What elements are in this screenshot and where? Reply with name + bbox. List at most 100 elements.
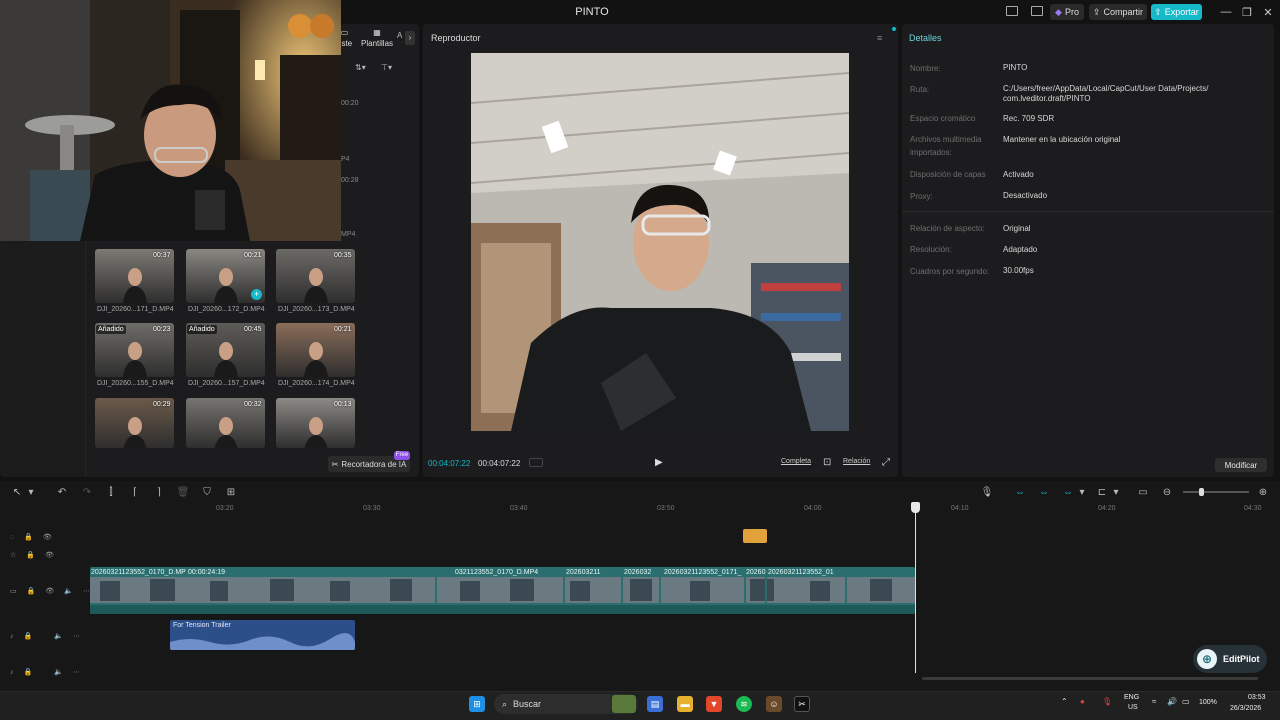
full-view-button[interactable]: Completa [781, 458, 811, 465]
screenshot-icon[interactable]: ⊡ [823, 457, 831, 468]
track-controls: ♪ 🔒 🔈 ⋯ [10, 666, 86, 678]
share-button[interactable]: ⇪ Compartir [1089, 4, 1147, 20]
tray-app-icon[interactable]: ● [1080, 697, 1085, 706]
captions-icon[interactable]: ▭ [1136, 485, 1150, 499]
lock-icon[interactable]: 🔒 [27, 587, 36, 595]
redo-icon[interactable]: ↷ [80, 485, 94, 499]
clock-date[interactable]: 26/3/2026 [1230, 705, 1261, 712]
app-icon[interactable]: ☺ [766, 696, 782, 712]
chevron-down-icon[interactable]: ▾ [24, 485, 38, 499]
region-indicator[interactable]: US [1128, 704, 1138, 711]
detail-label: Proxy: [910, 192, 933, 201]
brave-icon[interactable]: ▼ [706, 696, 722, 712]
add-to-timeline-icon[interactable]: + [251, 289, 262, 300]
link-main-icon[interactable]: ⇔ [1013, 485, 1027, 499]
speaker-icon[interactable]: 🔈 [54, 632, 63, 640]
zoom-slider[interactable] [1183, 491, 1249, 493]
chevron-right-icon[interactable]: › [405, 31, 415, 45]
chevron-down-icon[interactable]: ▾ [1109, 485, 1123, 499]
lock-icon[interactable]: 🔒 [24, 533, 33, 541]
battery-icon[interactable]: ▭ [1182, 697, 1190, 706]
detail-label: Archivos multimedia importados: [910, 135, 982, 157]
microphone-icon[interactable]: 🎙 [980, 485, 994, 499]
more-icon[interactable]: ⋯ [73, 668, 80, 676]
upload-icon: ⇧ [1154, 6, 1162, 17]
trim-right-icon[interactable]: ⌉ [152, 485, 166, 499]
store-icon[interactable]: ▤ [647, 696, 663, 712]
thumbnail-duration: 00:35 [334, 252, 352, 259]
eye-icon[interactable]: 👁 [45, 551, 54, 559]
lock-icon[interactable]: 🔒 [24, 632, 33, 640]
editpilot-button[interactable]: ⊕ EditPilot [1193, 645, 1267, 673]
video-preview[interactable] [471, 53, 849, 431]
preview-axis-icon[interactable]: ⊏ [1095, 485, 1109, 499]
shortcut-icon[interactable] [1031, 6, 1043, 16]
windows-start-icon[interactable]: ⊞ [469, 696, 485, 712]
minimize-icon[interactable]: — [1217, 4, 1235, 20]
audio-clip-name: For Tension Trailer [173, 622, 231, 629]
eye-icon[interactable]: 👁 [43, 533, 52, 541]
playhead-handle[interactable] [911, 502, 920, 513]
playhead[interactable] [915, 503, 916, 673]
linkage-icon[interactable]: ⇔ [1061, 485, 1075, 499]
split-icon[interactable]: ⫿ [104, 485, 118, 499]
side-duration: 00:20 [341, 100, 359, 107]
sticker-clip[interactable] [743, 529, 767, 543]
ai-edit-icon[interactable]: ⊞ [224, 485, 238, 499]
spotify-icon[interactable]: ≋ [736, 696, 752, 712]
lock-icon[interactable]: 🔒 [26, 551, 35, 559]
ratio-button[interactable]: Relación [843, 458, 870, 465]
maximize-icon[interactable]: ❐ [1238, 4, 1256, 20]
zoom-slider-handle[interactable] [1199, 488, 1204, 496]
wifi-icon[interactable]: ≈ [1152, 697, 1156, 706]
detail-value: Activado [1003, 170, 1034, 179]
timeline-scrollbar[interactable] [922, 677, 1258, 680]
taskbar [0, 691, 1280, 720]
pro-button[interactable]: ◆ Pro [1050, 4, 1084, 20]
thumbnail-name: DJI_20260...157_D.MP4 [188, 380, 265, 387]
added-badge: Añadido [187, 325, 217, 334]
layout-icon[interactable] [1006, 6, 1018, 16]
thumbnail-name: DJI_20260...174_D.MP4 [278, 380, 355, 387]
ruler-label: 04:10 [951, 505, 969, 512]
undo-icon[interactable]: ↶ [55, 485, 69, 499]
delete-icon[interactable]: 🗑 [176, 485, 190, 499]
play-icon[interactable]: ▶ [655, 457, 665, 469]
more-icon[interactable]: ⋯ [73, 632, 80, 640]
share-icon: ⇪ [1092, 6, 1101, 17]
clock-time[interactable]: 03:53 [1248, 694, 1266, 701]
chevron-down-icon[interactable]: ▾ [1075, 485, 1089, 499]
modify-button[interactable]: Modificar [1215, 458, 1267, 472]
speaker-icon[interactable]: 🔈 [64, 587, 73, 595]
more-icon[interactable]: ⋯ [83, 587, 90, 595]
close-icon[interactable]: ✕ [1259, 4, 1277, 20]
lang-indicator[interactable]: ENG [1124, 694, 1139, 701]
microphone-icon[interactable]: 🎙 [1102, 697, 1112, 706]
select-tool-icon[interactable]: ↖ [10, 485, 24, 499]
zoom-out-icon[interactable]: ⊖ [1160, 485, 1174, 499]
lock-icon[interactable]: 🔒 [24, 668, 33, 676]
export-button[interactable]: ⇧ Exportar [1151, 4, 1202, 20]
side-ext: MP4 [341, 231, 356, 238]
eye-icon[interactable]: 👁 [45, 587, 54, 595]
speaker-icon[interactable]: 🔈 [54, 668, 63, 676]
tab-templates[interactable]: ▦ Plantillas [361, 28, 393, 48]
magnet-icon[interactable]: ⇔ [1037, 485, 1051, 499]
fullscreen-icon[interactable]: ⤢ [882, 457, 890, 468]
timecode-grid-icon[interactable] [529, 458, 543, 467]
chevron-up-icon[interactable]: ⌃ [1061, 697, 1068, 706]
shield-icon[interactable]: ⛉ [200, 485, 214, 499]
detail-label: Ruta: [910, 85, 930, 94]
capcut-icon[interactable]: ✂ [794, 696, 810, 712]
zoom-in-icon[interactable]: ⊕ [1256, 485, 1270, 499]
filter-icon[interactable]: ⊤▾ [381, 63, 392, 72]
menu-icon[interactable]: ≡ [877, 33, 882, 43]
volume-icon[interactable]: 🔊 [1167, 697, 1177, 706]
folder-icon[interactable]: ▬ [677, 696, 693, 712]
thumbnail-duration: 00:32 [244, 401, 262, 408]
trim-left-icon[interactable]: ⌈ [128, 485, 142, 499]
tab-more[interactable]: A [397, 31, 402, 40]
diamond-icon: ◆ [1055, 6, 1062, 17]
player-title: Reproductor [431, 33, 481, 43]
sort-icon[interactable]: ⇅▾ [355, 63, 366, 72]
